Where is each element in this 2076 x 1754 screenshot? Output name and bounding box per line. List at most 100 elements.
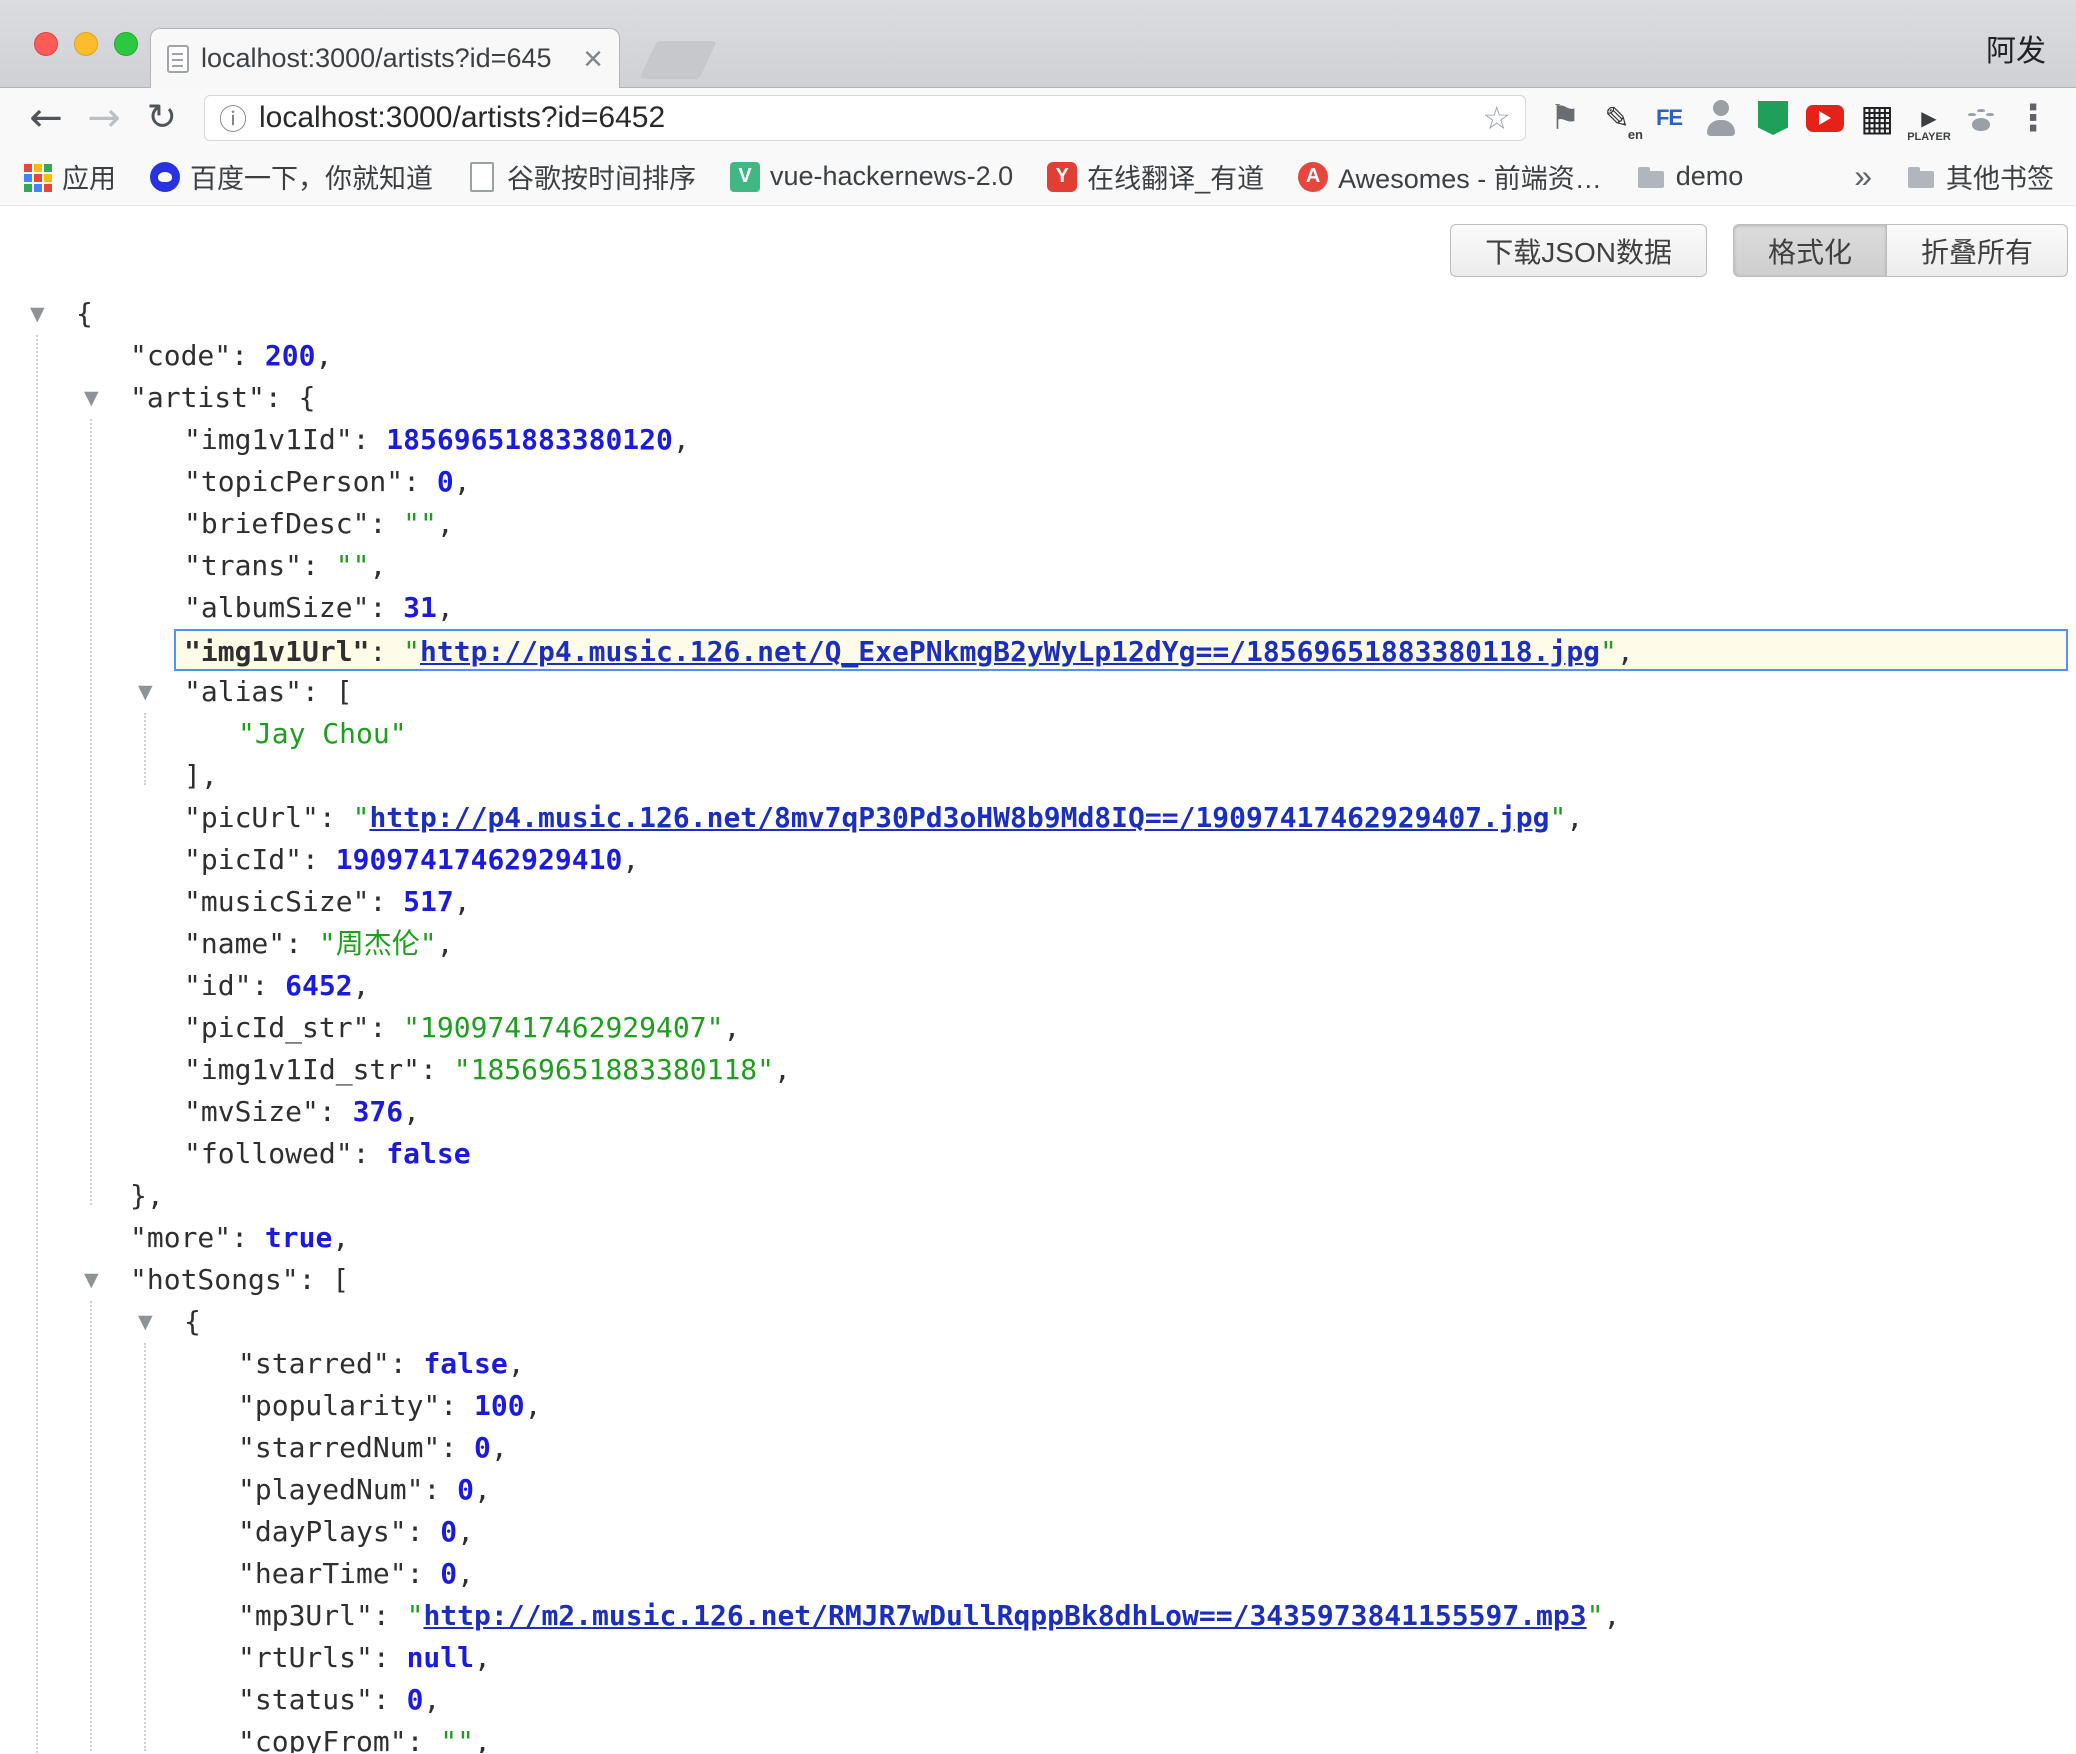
json-link[interactable]: http://p4.music.126.net/8mv7qP30Pd3oHW8b… <box>369 801 1549 834</box>
json-line: "musicSize": 517, <box>0 881 2076 923</box>
json-line-content: "name": "周杰伦", <box>184 923 2076 965</box>
page-info-icon[interactable]: ⓘ <box>219 98 247 138</box>
bookmark-item[interactable]: 百度一下，你就知道 <box>150 157 433 196</box>
json-line: ▼ "artist": { <box>0 377 2076 419</box>
json-line: "briefDesc": "", <box>0 503 2076 545</box>
json-punctuation: , <box>1603 1599 1620 1632</box>
json-key: "id" <box>184 969 251 1002</box>
json-punctuation: , <box>454 885 471 918</box>
collapse-all-button[interactable]: 折叠所有 <box>1887 224 2068 277</box>
json-punctuation: ], <box>184 759 218 792</box>
json-line-content: ], <box>184 755 2076 797</box>
json-punctuation: : <box>403 465 437 498</box>
json-string: "周杰伦" <box>319 927 437 960</box>
window-close-button[interactable] <box>34 32 58 56</box>
window-zoom-button[interactable] <box>114 32 138 56</box>
json-number: 0 <box>437 465 454 498</box>
tab-strip: localhost:3000/artists?id=645 × 阿发 <box>0 0 2076 88</box>
json-string: " <box>1549 801 1566 834</box>
browser-menu-icon[interactable]: ⋮ <box>2010 98 2056 139</box>
format-button[interactable]: 格式化 <box>1733 224 1887 277</box>
download-json-button[interactable]: 下载JSON数据 <box>1450 224 1707 277</box>
json-line-content: "img1v1Id": 18569651883380120, <box>184 419 2076 461</box>
json-literal: true <box>265 1221 332 1254</box>
player-extension-badge: PLAYER <box>1907 131 1951 143</box>
collapse-toggle-icon[interactable]: ▼ <box>138 671 153 713</box>
bookmark-item[interactable]: demo <box>1636 161 1744 192</box>
json-punctuation: : <box>440 1431 474 1464</box>
bookmark-item[interactable]: AAwesomes - 前端资… <box>1298 157 1602 196</box>
json-line: "copyFrom": "", <box>0 1721 2076 1753</box>
qrcode-extension-icon[interactable]: ▦ <box>1854 95 1900 141</box>
json-line: ▼"hotSongs": [ <box>0 1259 2076 1301</box>
translate-extension-icon[interactable]: ✎en <box>1594 95 1640 141</box>
json-punctuation: , <box>437 507 454 540</box>
json-punctuation: : <box>302 549 336 582</box>
address-bar[interactable]: ⓘ localhost:3000/artists?id=6452 ☆ <box>204 95 1526 141</box>
json-line: "id": 6452, <box>0 965 2076 1007</box>
json-link[interactable]: http://p4.music.126.net/Q_ExePNkmgB2yWyL… <box>420 635 1600 668</box>
bookmark-label: Awesomes - 前端资… <box>1338 157 1602 196</box>
bookmark-label: vue-hackernews-2.0 <box>770 161 1013 192</box>
json-number: 0 <box>440 1557 457 1590</box>
json-punctuation: { <box>184 1305 201 1338</box>
json-punctuation: : <box>302 843 336 876</box>
json-key: "code" <box>130 339 231 372</box>
json-line: "starred": false, <box>0 1343 2076 1385</box>
json-key: "mvSize" <box>184 1095 319 1128</box>
json-key: "picId_str" <box>184 1011 369 1044</box>
profile-extension-icon[interactable] <box>1698 95 1744 141</box>
bookmarks-bar: 应用百度一下，你就知道谷歌按时间排序 Vvue-hackernews-2.0 Y在线… <box>0 148 2076 206</box>
forward-button[interactable]: → <box>78 98 130 138</box>
other-bookmarks-folder[interactable]: 其他书签 <box>1906 157 2054 196</box>
flag-extension-icon[interactable]: ⚑ <box>1542 95 1588 141</box>
bookmark-item[interactable]: Vvue-hackernews-2.0 <box>730 161 1013 192</box>
bookmark-item[interactable]: 应用 <box>22 157 116 196</box>
tab-close-icon[interactable]: × <box>583 42 603 76</box>
reload-button[interactable]: ↻ <box>136 100 188 136</box>
bookmark-star-icon[interactable]: ☆ <box>1482 99 1511 137</box>
vue-icon: V <box>730 162 760 192</box>
json-line-content: "dayPlays": 0, <box>238 1511 2076 1553</box>
json-punctuation: , <box>315 339 332 372</box>
json-key: "img1v1Id_str" <box>184 1053 420 1086</box>
fe-extension-icon[interactable]: FE <box>1646 95 1692 141</box>
json-line-content: "trans": "", <box>184 545 2076 587</box>
json-line-content: "mvSize": 376, <box>184 1091 2076 1133</box>
json-punctuation: : <box>319 1095 353 1128</box>
json-punctuation: : <box>440 1389 474 1422</box>
json-key: "more" <box>130 1221 231 1254</box>
window-minimize-button[interactable] <box>74 32 98 56</box>
json-line-content: "popularity": 100, <box>238 1385 2076 1427</box>
json-number: 100 <box>474 1389 525 1422</box>
collapse-toggle-icon[interactable]: ▼ <box>84 1259 99 1301</box>
json-key: "starredNum" <box>238 1431 440 1464</box>
json-key: "albumSize" <box>184 591 369 624</box>
json-punctuation: : <box>369 507 403 540</box>
bookmark-item[interactable]: 谷歌按时间排序 <box>467 157 696 196</box>
json-link[interactable]: http://m2.music.126.net/RMJR7wDullRqppBk… <box>423 1599 1586 1632</box>
url-text[interactable]: localhost:3000/artists?id=6452 <box>259 101 1470 135</box>
json-key: "hotSongs" <box>130 1263 299 1296</box>
json-line-content: "followed": false <box>184 1133 2076 1175</box>
paw-extension-icon[interactable] <box>1958 95 2004 141</box>
json-key: "playedNum" <box>238 1473 423 1506</box>
collapse-toggle-icon[interactable]: ▼ <box>84 377 99 419</box>
shield-extension-icon[interactable] <box>1750 95 1796 141</box>
youtube-extension-icon[interactable] <box>1802 95 1848 141</box>
bookmark-item[interactable]: Y在线翻译_有道 <box>1047 157 1264 196</box>
json-punctuation: : <box>285 927 319 960</box>
collapse-toggle-icon[interactable]: ▼ <box>138 1301 153 1343</box>
player-extension-icon[interactable]: ▶PLAYER <box>1906 95 1952 141</box>
active-tab[interactable]: localhost:3000/artists?id=645 × <box>150 28 620 88</box>
json-line-highlighted: "img1v1Url": "http://p4.music.126.net/Q_… <box>0 629 2076 671</box>
collapse-toggle-icon[interactable]: ▼ <box>30 293 45 335</box>
json-key: "dayPlays" <box>238 1515 407 1548</box>
json-string: " <box>353 801 370 834</box>
back-button[interactable]: ← <box>20 98 72 138</box>
new-tab-button[interactable] <box>639 41 717 79</box>
json-line-content: "artist": { <box>130 377 2076 419</box>
bookmarks-overflow-chevron[interactable]: » <box>1854 158 1872 195</box>
json-line: }, <box>0 1175 2076 1217</box>
youdao-icon: Y <box>1047 162 1077 192</box>
